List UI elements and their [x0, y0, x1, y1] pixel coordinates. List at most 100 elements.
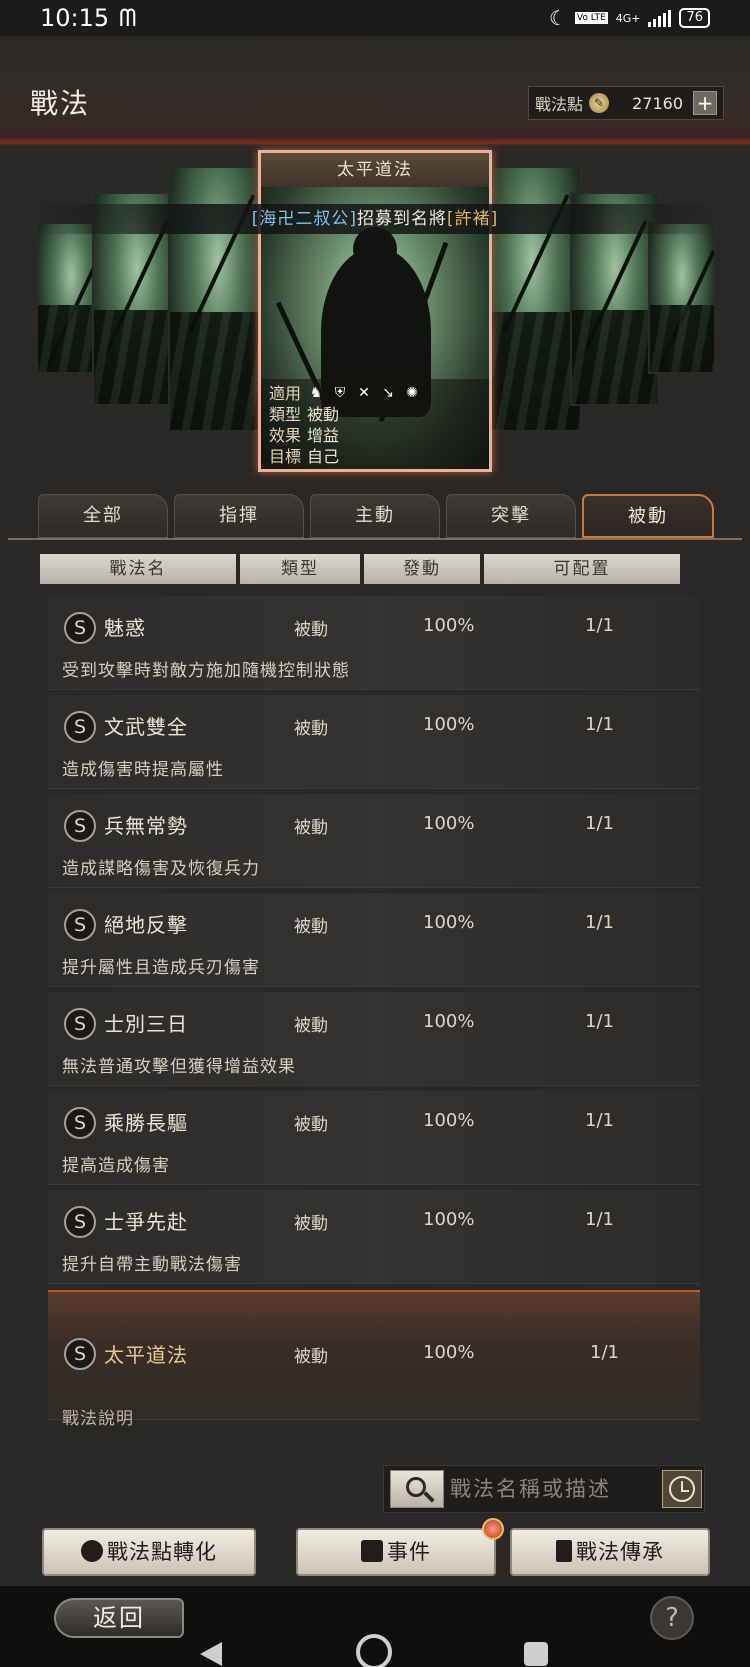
flame-icon: [81, 1540, 103, 1562]
tactic-slots: 1/1: [585, 1110, 614, 1131]
col-header-type[interactable]: 類型: [240, 554, 360, 584]
android-back-icon[interactable]: [200, 1642, 222, 1666]
tactic-name: 太平道法: [104, 1343, 188, 1367]
tactic-rate: 100%: [423, 615, 475, 636]
tactic-slots: 1/1: [585, 1011, 614, 1032]
tab-passive[interactable]: 被動: [582, 494, 714, 538]
tactic-rate: 100%: [423, 813, 475, 834]
status-bar: 10:15 ᗰ ☾ Vo LTE 4G+ 76: [0, 0, 750, 36]
events-label: 事件: [387, 1540, 431, 1564]
clock: 10:15: [40, 4, 110, 32]
col-header-trigger[interactable]: 發動: [364, 554, 480, 584]
tactic-row[interactable]: S 魅惑 被動 100% 1/1 受到攻擊時對敵方施加隨機控制狀態: [48, 596, 700, 690]
tactic-row[interactable]: S 乘勝長驅 被動 100% 1/1 提高造成傷害: [48, 1091, 700, 1185]
grade-badge: S: [64, 612, 96, 644]
grade-badge: S: [64, 1338, 96, 1370]
tactic-desc: 受到攻擊時對敵方施加隨機控制狀態: [62, 661, 350, 681]
signal-icon: [648, 9, 672, 27]
points-value: 27160: [632, 93, 683, 113]
shield-icon: ⛨: [334, 385, 346, 401]
tactic-slots: 1/1: [585, 714, 614, 735]
tactic-rate: 100%: [423, 1209, 475, 1230]
effect-label: 效果: [269, 426, 302, 445]
col-header-name[interactable]: 戰法名: [40, 554, 236, 584]
column-headers: 戰法名 類型 發動 可配置: [40, 554, 710, 584]
tactic-desc: 提高造成傷害: [62, 1156, 170, 1176]
header: 戰法 戰法點 ✎ 27160 +: [0, 36, 750, 146]
tactic-row[interactable]: S 文武雙全 被動 100% 1/1 造成傷害時提高屬性: [48, 695, 700, 789]
general-name: [許褚]: [447, 209, 499, 229]
tactic-desc: 造成傷害時提高屬性: [62, 760, 224, 780]
tactic-type: 被動: [294, 1115, 328, 1135]
tactic-name: 兵無常勢: [104, 814, 188, 838]
tactic-category-tabs: 全部 指揮 主動 突擊 被動: [38, 494, 714, 538]
help-button[interactable]: ?: [650, 1596, 694, 1640]
tactic-desc: 提升自帶主動戰法傷害: [62, 1255, 242, 1275]
search-button[interactable]: [390, 1470, 444, 1508]
add-points-button[interactable]: +: [693, 91, 717, 115]
tactic-type: 被動: [294, 917, 328, 937]
convert-points-button[interactable]: 戰法點轉化: [42, 1528, 256, 1576]
page-title: 戰法: [30, 87, 91, 120]
tactic-name: 乘勝長驅: [104, 1111, 188, 1135]
grade-badge: S: [64, 1107, 96, 1139]
tactic-row[interactable]: S 兵無常勢 被動 100% 1/1 造成謀略傷害及恢復兵力: [48, 794, 700, 888]
android-recents-icon[interactable]: [524, 1642, 548, 1666]
volte-indicator: Vo LTE: [574, 12, 608, 24]
tactic-desc: 提升屬性且造成兵刃傷害: [62, 958, 260, 978]
tactic-desc: 無法普通攻擊但獲得增益效果: [62, 1057, 296, 1077]
featured-card-info: 適用 ♞ ⛨ ✕ ↘ ✺ 類型 被動 效果 增益 目標 自己: [261, 379, 489, 469]
alert-icon: [361, 1540, 383, 1562]
tactic-row[interactable]: S 絕地反擊 被動 100% 1/1 提升屬性且造成兵刃傷害: [48, 893, 700, 987]
tactic-slots: 1/1: [585, 813, 614, 834]
hammer-icon: [556, 1540, 572, 1562]
tactic-rate: 100%: [423, 1110, 475, 1131]
tab-all[interactable]: 全部: [38, 494, 168, 538]
tactic-type: 被動: [294, 719, 328, 739]
grade-badge: S: [64, 1206, 96, 1238]
tactic-type: 被動: [294, 620, 328, 640]
tactic-row[interactable]: S 士別三日 被動 100% 1/1 無法普通攻擊但獲得增益效果: [48, 992, 700, 1086]
target-label: 目標: [269, 447, 302, 466]
moon-icon: ☾: [548, 6, 567, 30]
history-button[interactable]: [662, 1470, 702, 1508]
tactic-type: 被動: [294, 1016, 328, 1036]
inherit-label: 戰法傳承: [576, 1540, 664, 1564]
inherit-button[interactable]: 戰法傳承: [510, 1528, 710, 1576]
col-header-slots[interactable]: 可配置: [484, 554, 680, 584]
featured-tactic-card[interactable]: 太平道法 適用 ♞ ⛨ ✕ ↘ ✺ 類型 被動 效果 增益 目標 自己: [258, 150, 492, 472]
android-home-icon[interactable]: [356, 1634, 392, 1667]
tactic-slots: 1/1: [585, 1209, 614, 1230]
cavalry-icon: ♞: [309, 385, 323, 401]
player-name: [海卍二叔公]: [251, 209, 357, 229]
events-button[interactable]: 事件: [296, 1528, 496, 1576]
tactic-rate: 100%: [423, 1342, 475, 1363]
tactic-desc: 造成謀略傷害及恢復兵力: [62, 859, 260, 879]
effect-value: 增益: [307, 426, 340, 445]
search-input[interactable]: [450, 1470, 640, 1508]
grade-badge: S: [64, 810, 96, 842]
tab-assault[interactable]: 突擊: [446, 494, 576, 538]
card-far-right[interactable]: [648, 222, 716, 374]
announcement-text: 招募到名將: [357, 209, 447, 229]
back-button[interactable]: 返回: [54, 1598, 184, 1638]
tactic-row-selected[interactable]: S 太平道法 被動 100% 1/1 戰法說明: [48, 1290, 700, 1429]
tactic-card-carousel[interactable]: 太平道法 適用 ♞ ⛨ ✕ ↘ ✺ 類型 被動 效果 增益 目標 自己 [海卍二…: [0, 150, 750, 475]
tactic-name: 絕地反擊: [104, 913, 188, 937]
tactic-rate: 100%: [423, 1011, 475, 1032]
applicable-label: 適用: [269, 384, 302, 403]
tactic-row[interactable]: S 士爭先赴 被動 100% 1/1 提升自帶主動戰法傷害: [48, 1190, 700, 1284]
tab-command[interactable]: 指揮: [174, 494, 304, 538]
tactic-slots: 1/1: [585, 615, 614, 636]
tactic-type: 被動: [294, 818, 328, 838]
tactic-list[interactable]: S 魅惑 被動 100% 1/1 受到攻擊時對敵方施加隨機控制狀態 S 文武雙全…: [48, 596, 700, 1436]
notification-badge: [482, 1518, 504, 1540]
grade-badge: S: [64, 909, 96, 941]
tactic-slots: 1/1: [585, 912, 614, 933]
recruit-announcement: [海卍二叔公]招募到名將[許褚]: [30, 204, 720, 234]
grade-badge: S: [64, 711, 96, 743]
tab-active[interactable]: 主動: [310, 494, 440, 538]
tactic-name: 士別三日: [104, 1012, 188, 1036]
points-label: 戰法點: [535, 95, 584, 114]
tactic-name: 文武雙全: [104, 715, 188, 739]
